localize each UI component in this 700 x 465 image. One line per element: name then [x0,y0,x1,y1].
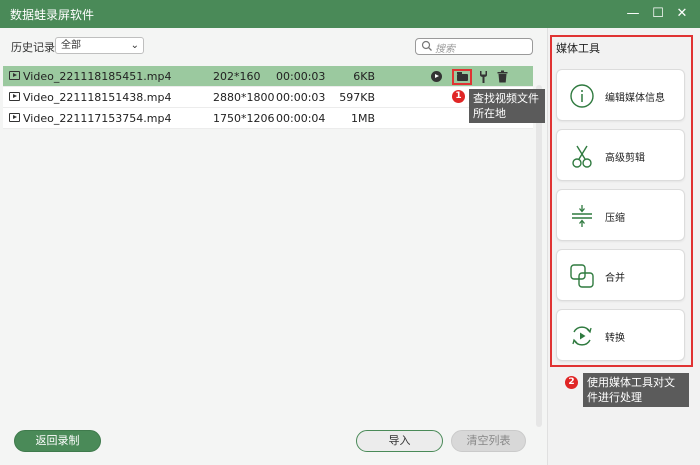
minimize-button[interactable]: — [623,4,643,24]
file-size: 597KB [339,91,375,104]
video-file-icon [9,92,20,101]
tip-badge-2: 2 [565,376,578,389]
tool-icon[interactable] [477,70,490,83]
back-to-record-button[interactable]: 返回录制 [14,430,101,452]
media-tools-title: 媒体工具 [556,42,600,55]
play-icon[interactable] [431,71,442,82]
tool-label: 转换 [605,333,625,344]
window-title: 数据蛙录屏软件 [10,8,95,22]
clear-list-button[interactable]: 清空列表 [451,430,526,452]
file-size: 1MB [350,112,375,125]
history-panel: 历史记录 全部 ⌄ 搜索 Video_221118185451.mp4 202*… [0,28,547,465]
merge-icon [570,264,594,288]
tool-label: 压缩 [605,213,625,224]
file-name: Video_221118185451.mp4 [23,70,172,83]
file-resolution: 202*160 [213,70,261,83]
filter-select[interactable]: 全部 ⌄ [55,37,144,54]
filter-value: 全部 [61,40,81,51]
advanced-cut-button[interactable]: 高级剪辑 [556,129,685,181]
tip-use-media-tools: 使用媒体工具对文件进行处理 [583,373,689,407]
file-resolution: 2880*1800 [213,91,275,104]
tool-label: 合并 [605,273,625,284]
file-resolution: 1750*1206 [213,112,275,125]
trash-icon[interactable] [496,70,509,83]
video-file-icon [9,113,20,122]
search-icon [421,40,432,51]
tool-label: 编辑媒体信息 [605,93,665,104]
import-button[interactable]: 导入 [356,430,443,452]
convert-button[interactable]: 转换 [556,309,685,361]
file-row[interactable]: Video_221117153754.mp4 1750*1206 00:00:0… [3,108,533,129]
search-placeholder: 搜索 [435,44,455,55]
tool-label: 高级剪辑 [605,153,645,164]
history-label: 历史记录 [11,41,55,54]
scrollbar[interactable] [536,85,542,427]
folder-icon[interactable] [452,69,472,85]
file-name: Video_221117153754.mp4 [23,112,172,125]
chevron-down-icon: ⌄ [130,40,139,51]
compress-button[interactable]: 压缩 [556,189,685,241]
search-input[interactable]: 搜索 [415,38,533,55]
edit-media-info-button[interactable]: 编辑媒体信息 [556,69,685,121]
close-button[interactable]: ✕ [672,4,692,24]
scissors-icon [572,145,592,168]
tip-badge-1: 1 [452,90,465,103]
file-row[interactable]: Video_221118185451.mp4 202*160 00:00:03 … [3,66,533,87]
file-name: Video_221118151438.mp4 [23,91,172,104]
title-bar: 数据蛙录屏软件 — ☐ ✕ [0,0,700,28]
info-icon [570,84,594,108]
merge-button[interactable]: 合并 [556,249,685,301]
file-size: 6KB [353,70,375,83]
convert-icon [572,326,592,346]
maximize-button[interactable]: ☐ [648,4,668,24]
video-file-icon [9,71,20,80]
compress-icon [572,205,592,227]
tip-locate-file: 查找视频文件所在地 [469,89,545,123]
